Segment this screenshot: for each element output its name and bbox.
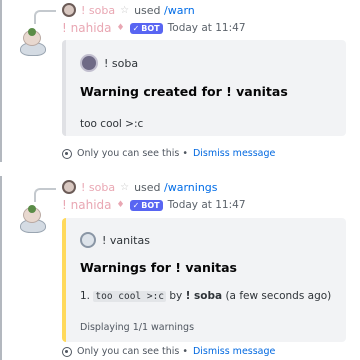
reply-text: used /warn (134, 3, 195, 17)
embed-author-name: ! soba (104, 56, 139, 70)
star-icon: ☆ (120, 4, 130, 16)
replied-user-name[interactable]: ! soba (81, 181, 115, 194)
message-highlight-bar (0, 0, 2, 162)
gem-icon: ♦ (116, 200, 125, 210)
reply-connector (34, 188, 56, 202)
reply-reference[interactable]: ! soba ☆ used /warn (62, 3, 195, 17)
embed-author: ! soba (80, 54, 138, 72)
command-name[interactable]: /warnings (164, 181, 218, 194)
gem-icon: ♦ (116, 23, 125, 33)
bot-badge: ✓ BOT (129, 199, 163, 211)
embed-card: ! vanitas Warnings for ! vanitas 1. too … (62, 218, 346, 342)
ephemeral-notice: Only you can see this • Dismiss message (62, 346, 275, 357)
replied-user-avatar (62, 3, 76, 17)
bot-avatar[interactable] (20, 28, 46, 56)
warning-list-item: 1. too cool >:c by ! soba (a few seconds… (80, 290, 332, 302)
avatar-leaf (28, 28, 36, 36)
bot-badge: ✓ BOT (129, 22, 163, 34)
avatar-leaf (28, 205, 36, 213)
ephemeral-notice: Only you can see this • Dismiss message (62, 148, 275, 159)
timestamp[interactable]: Today at 11:47 (168, 22, 246, 34)
reply-text: used /warnings (134, 180, 218, 194)
replied-user-avatar (62, 180, 76, 194)
replied-user-name[interactable]: ! soba (81, 4, 115, 17)
bot-avatar[interactable] (20, 205, 46, 233)
embed-card: ! soba Warning created for ! vanitas too… (62, 40, 346, 136)
embed-author: ! vanitas (80, 232, 150, 248)
embed-author-icon (80, 232, 96, 248)
embed-author-icon (80, 54, 98, 72)
embed-author-name: ! vanitas (102, 233, 150, 247)
reply-connector (34, 10, 56, 24)
command-name[interactable]: /warn (164, 4, 195, 17)
embed-footer: Displaying 1/1 warnings (80, 322, 195, 333)
author-name[interactable]: ! nahida (62, 198, 112, 212)
timestamp[interactable]: Today at 11:47 (168, 199, 246, 211)
message-header: ! nahida ♦ ✓ BOT Today at 11:47 (62, 21, 246, 35)
check-icon: ✓ (132, 200, 140, 210)
star-icon: ☆ (120, 181, 130, 193)
embed-title: Warning created for ! vanitas (80, 84, 288, 99)
embed-title: Warnings for ! vanitas (80, 260, 237, 275)
message-highlight-bar (0, 176, 2, 360)
eye-icon (62, 346, 72, 357)
dismiss-message-link[interactable]: Dismiss message (193, 148, 275, 159)
message-header: ! nahida ♦ ✓ BOT Today at 11:47 (62, 198, 246, 212)
eye-icon (62, 148, 72, 159)
dismiss-message-link[interactable]: Dismiss message (193, 346, 275, 357)
check-icon: ✓ (132, 23, 140, 33)
warning-issuer: ! soba (185, 290, 223, 302)
warning-reason-code: too cool >:c (93, 291, 167, 302)
embed-description: too cool >:c (80, 118, 144, 130)
warning-item-number: 1. (80, 290, 91, 302)
author-name[interactable]: ! nahida (62, 21, 112, 35)
reply-reference[interactable]: ! soba ☆ used /warnings (62, 180, 218, 194)
warning-time: (a few seconds ago) (225, 290, 332, 302)
